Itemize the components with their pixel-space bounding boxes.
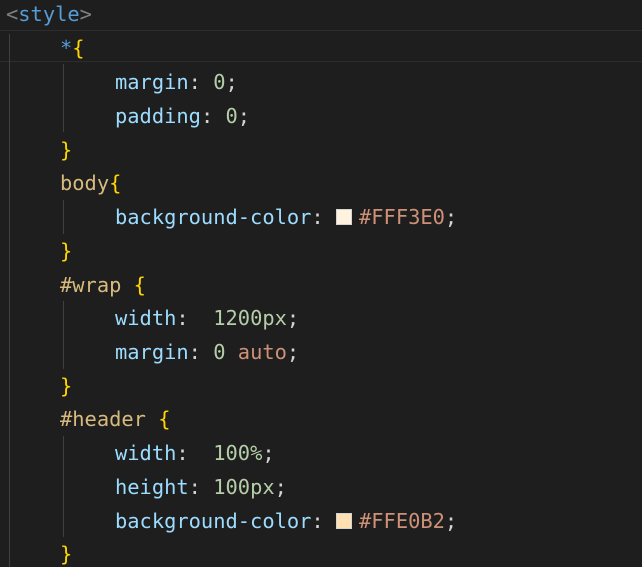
css-property: width xyxy=(115,306,177,330)
indent-guide xyxy=(63,200,64,234)
code-line[interactable]: margin: 0; xyxy=(115,68,238,102)
code-line[interactable]: *{ xyxy=(60,34,85,68)
code-line[interactable]: #wrap { xyxy=(60,271,146,305)
colon: : xyxy=(311,205,336,229)
semicolon: ; xyxy=(225,70,238,94)
semicolon: ; xyxy=(286,306,300,330)
code-line[interactable]: #header { xyxy=(60,405,171,439)
css-property: margin xyxy=(115,340,189,364)
css-property: width xyxy=(115,441,177,465)
css-value: 1200px xyxy=(213,306,287,330)
colon: : xyxy=(176,306,214,330)
code-editor[interactable]: <style> *{ margin: 0; padding: 0; } body… xyxy=(0,0,642,567)
selector: * xyxy=(60,36,73,60)
semicolon: ; xyxy=(286,340,300,364)
code-line[interactable]: } xyxy=(60,372,72,406)
close-brace: } xyxy=(60,542,73,566)
indent-guide xyxy=(63,301,64,369)
css-property: background-color xyxy=(115,205,312,229)
colon: : xyxy=(188,70,214,94)
code-line[interactable]: background-color: #FFE0B2; xyxy=(115,507,457,541)
css-property: margin xyxy=(115,70,189,94)
tag-name: style xyxy=(18,2,80,26)
code-line[interactable]: background-color: #FFF3E0; xyxy=(115,203,457,237)
code-line[interactable]: <style> xyxy=(6,0,92,34)
code-line[interactable]: } xyxy=(60,540,72,567)
close-brace: } xyxy=(60,239,73,263)
css-property: padding xyxy=(115,104,201,128)
semicolon: ; xyxy=(237,104,251,128)
open-brace: { xyxy=(109,171,122,195)
code-line[interactable]: padding: 0; xyxy=(115,102,250,136)
css-value: 0 xyxy=(213,340,226,364)
css-value: 100px xyxy=(213,475,275,499)
code-line[interactable]: } xyxy=(60,136,72,170)
color-swatch-icon[interactable] xyxy=(335,513,352,529)
css-value: 0 xyxy=(225,104,238,128)
css-keyword-value: auto xyxy=(237,340,287,364)
code-line[interactable]: } xyxy=(60,237,72,271)
colon: : xyxy=(200,104,226,128)
indent-guide xyxy=(63,436,64,537)
close-brace: } xyxy=(60,138,73,162)
tag-open-bracket: < xyxy=(6,2,19,26)
colon: : xyxy=(188,340,214,364)
close-brace: } xyxy=(60,374,73,398)
current-line-highlight xyxy=(0,30,642,62)
selector: #header xyxy=(60,407,146,431)
css-value: 0 xyxy=(213,70,226,94)
code-line[interactable]: height: 100px; xyxy=(115,473,287,507)
open-brace: { xyxy=(72,36,85,60)
semicolon: ; xyxy=(444,205,458,229)
semicolon: ; xyxy=(274,475,287,499)
code-line[interactable]: width: 100%; xyxy=(115,439,275,473)
colon: : xyxy=(176,441,214,465)
css-value: 100% xyxy=(213,441,263,465)
css-color-value: #FFE0B2 xyxy=(358,509,445,533)
colon: : xyxy=(188,475,214,499)
indent-guide xyxy=(63,64,64,132)
css-property: background-color xyxy=(115,509,312,533)
css-property: height xyxy=(115,475,189,499)
colon: : xyxy=(311,509,336,533)
tag-close-bracket: > xyxy=(79,2,92,26)
open-brace: { xyxy=(158,407,171,431)
semicolon: ; xyxy=(444,509,458,533)
indent-guide xyxy=(9,34,10,567)
open-brace: { xyxy=(133,273,146,297)
selector: #wrap xyxy=(60,273,122,297)
code-line[interactable]: margin: 0 auto; xyxy=(115,338,299,372)
code-line[interactable]: body{ xyxy=(60,169,121,203)
semicolon: ; xyxy=(262,441,275,465)
color-swatch-icon[interactable] xyxy=(335,209,352,225)
code-line[interactable]: width: 1200px; xyxy=(115,304,299,338)
selector: body xyxy=(60,171,110,195)
css-color-value: #FFF3E0 xyxy=(358,205,445,229)
